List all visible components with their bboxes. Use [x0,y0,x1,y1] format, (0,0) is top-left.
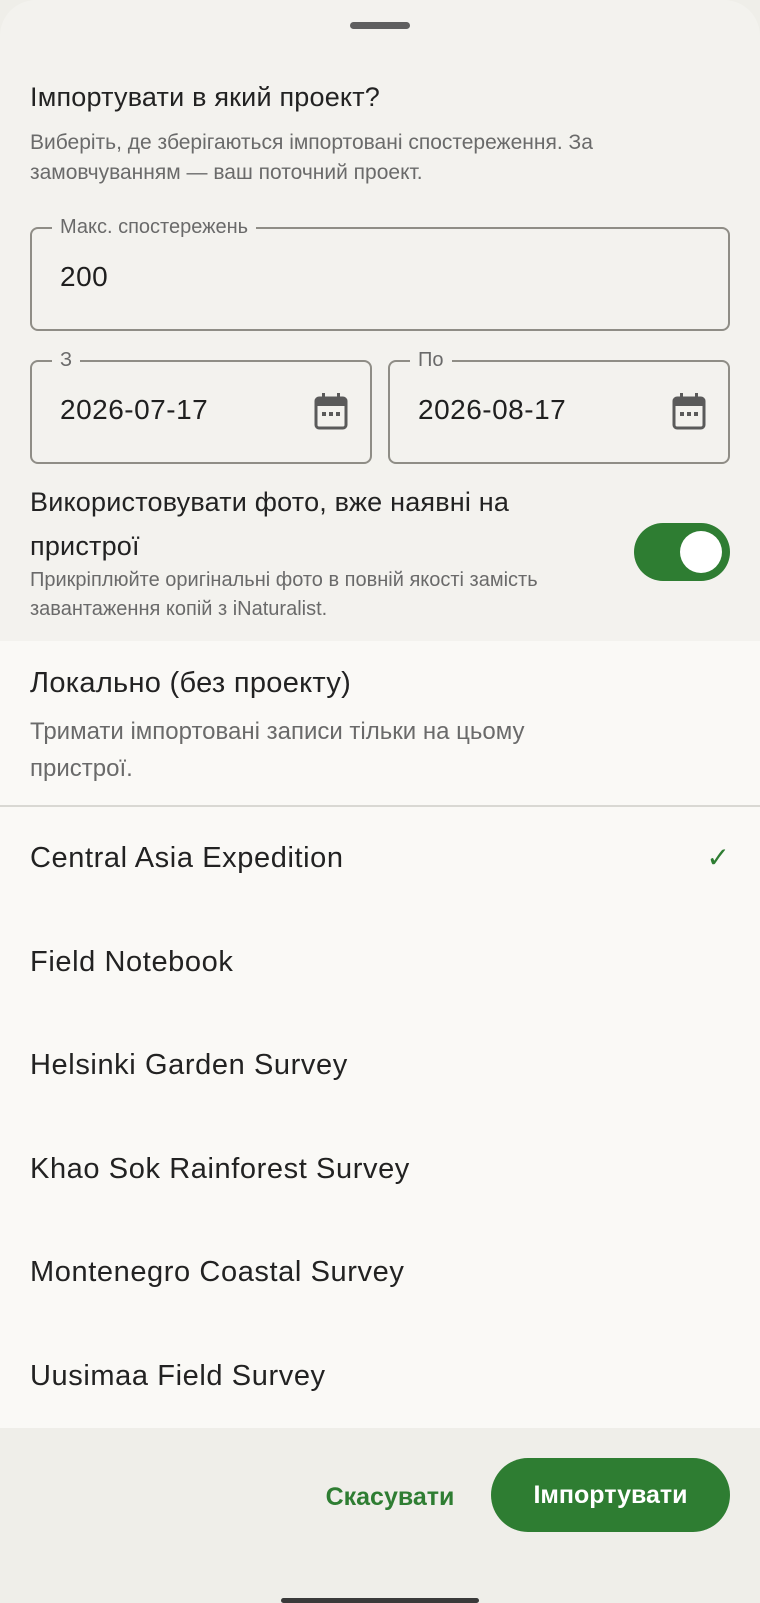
project-row-field-notebook[interactable]: Field Notebook [0,911,760,1015]
date-from-value: 2026-07-17 [60,394,209,425]
project-name: Helsinki Garden Survey [30,1049,348,1081]
project-row-khao-sok-rainforest-survey[interactable]: Khao Sok Rainforest Survey [0,1118,760,1222]
checkmark-icon: ✓ [706,842,730,873]
date-to-value: 2026-08-17 [418,394,567,425]
use-device-photos-description: Прикріплюйте оригінальні фото в повній я… [30,569,538,620]
project-name: Uusimaa Field Survey [30,1360,326,1392]
date-to-label: По [410,348,452,372]
dialog-subtitle: Виберіть, де зберігаються імпортовані сп… [30,131,593,184]
calendar-icon[interactable] [672,392,706,430]
project-row-uusimaa-field-survey[interactable]: Uusimaa Field Survey [0,1325,760,1429]
local-option-description: Тримати імпортовані записи тільки на цьо… [30,718,525,782]
dialog-footer: Скасувати Імпортувати [0,1428,760,1603]
project-row-central-asia-expedition[interactable]: Central Asia Expedition ✓ [0,807,760,911]
drag-handle[interactable] [350,22,410,29]
local-option[interactable]: Локально (без проекту) Тримати імпортова… [0,641,760,805]
date-from-label: З [52,348,81,372]
import-bottom-sheet: Імпортувати в який проект? Виберіть, де … [0,0,760,1603]
home-indicator [281,1598,479,1603]
cancel-button[interactable]: Скасувати [310,1460,470,1534]
dialog-title: Імпортувати в який проект? [30,82,381,112]
project-name: Montenegro Coastal Survey [30,1256,405,1288]
use-device-photos-switch[interactable] [634,523,730,581]
date-to-field[interactable]: По 2026-08-17 [388,348,730,464]
max-observations-field[interactable]: Макс. спостережень 200 [30,215,730,331]
import-button[interactable]: Імпортувати [491,1458,730,1532]
max-observations-value: 200 [60,261,109,292]
project-name: Central Asia Expedition [30,842,344,874]
project-name: Field Notebook [30,946,234,978]
calendar-icon[interactable] [314,392,348,430]
project-row-helsinki-garden-survey[interactable]: Helsinki Garden Survey [0,1014,760,1118]
switch-knob [680,531,722,573]
project-list: Локально (без проекту) Тримати імпортова… [0,641,760,1428]
max-observations-label: Макс. спостережень [52,215,257,239]
use-device-photos-title: Використовувати фото, вже наявні на прис… [30,487,510,561]
project-row-montenegro-coastal-survey[interactable]: Montenegro Coastal Survey [0,1221,760,1325]
project-name: Khao Sok Rainforest Survey [30,1153,410,1185]
local-option-title: Локально (без проекту) [30,667,352,699]
date-from-field[interactable]: З 2026-07-17 [30,348,372,464]
